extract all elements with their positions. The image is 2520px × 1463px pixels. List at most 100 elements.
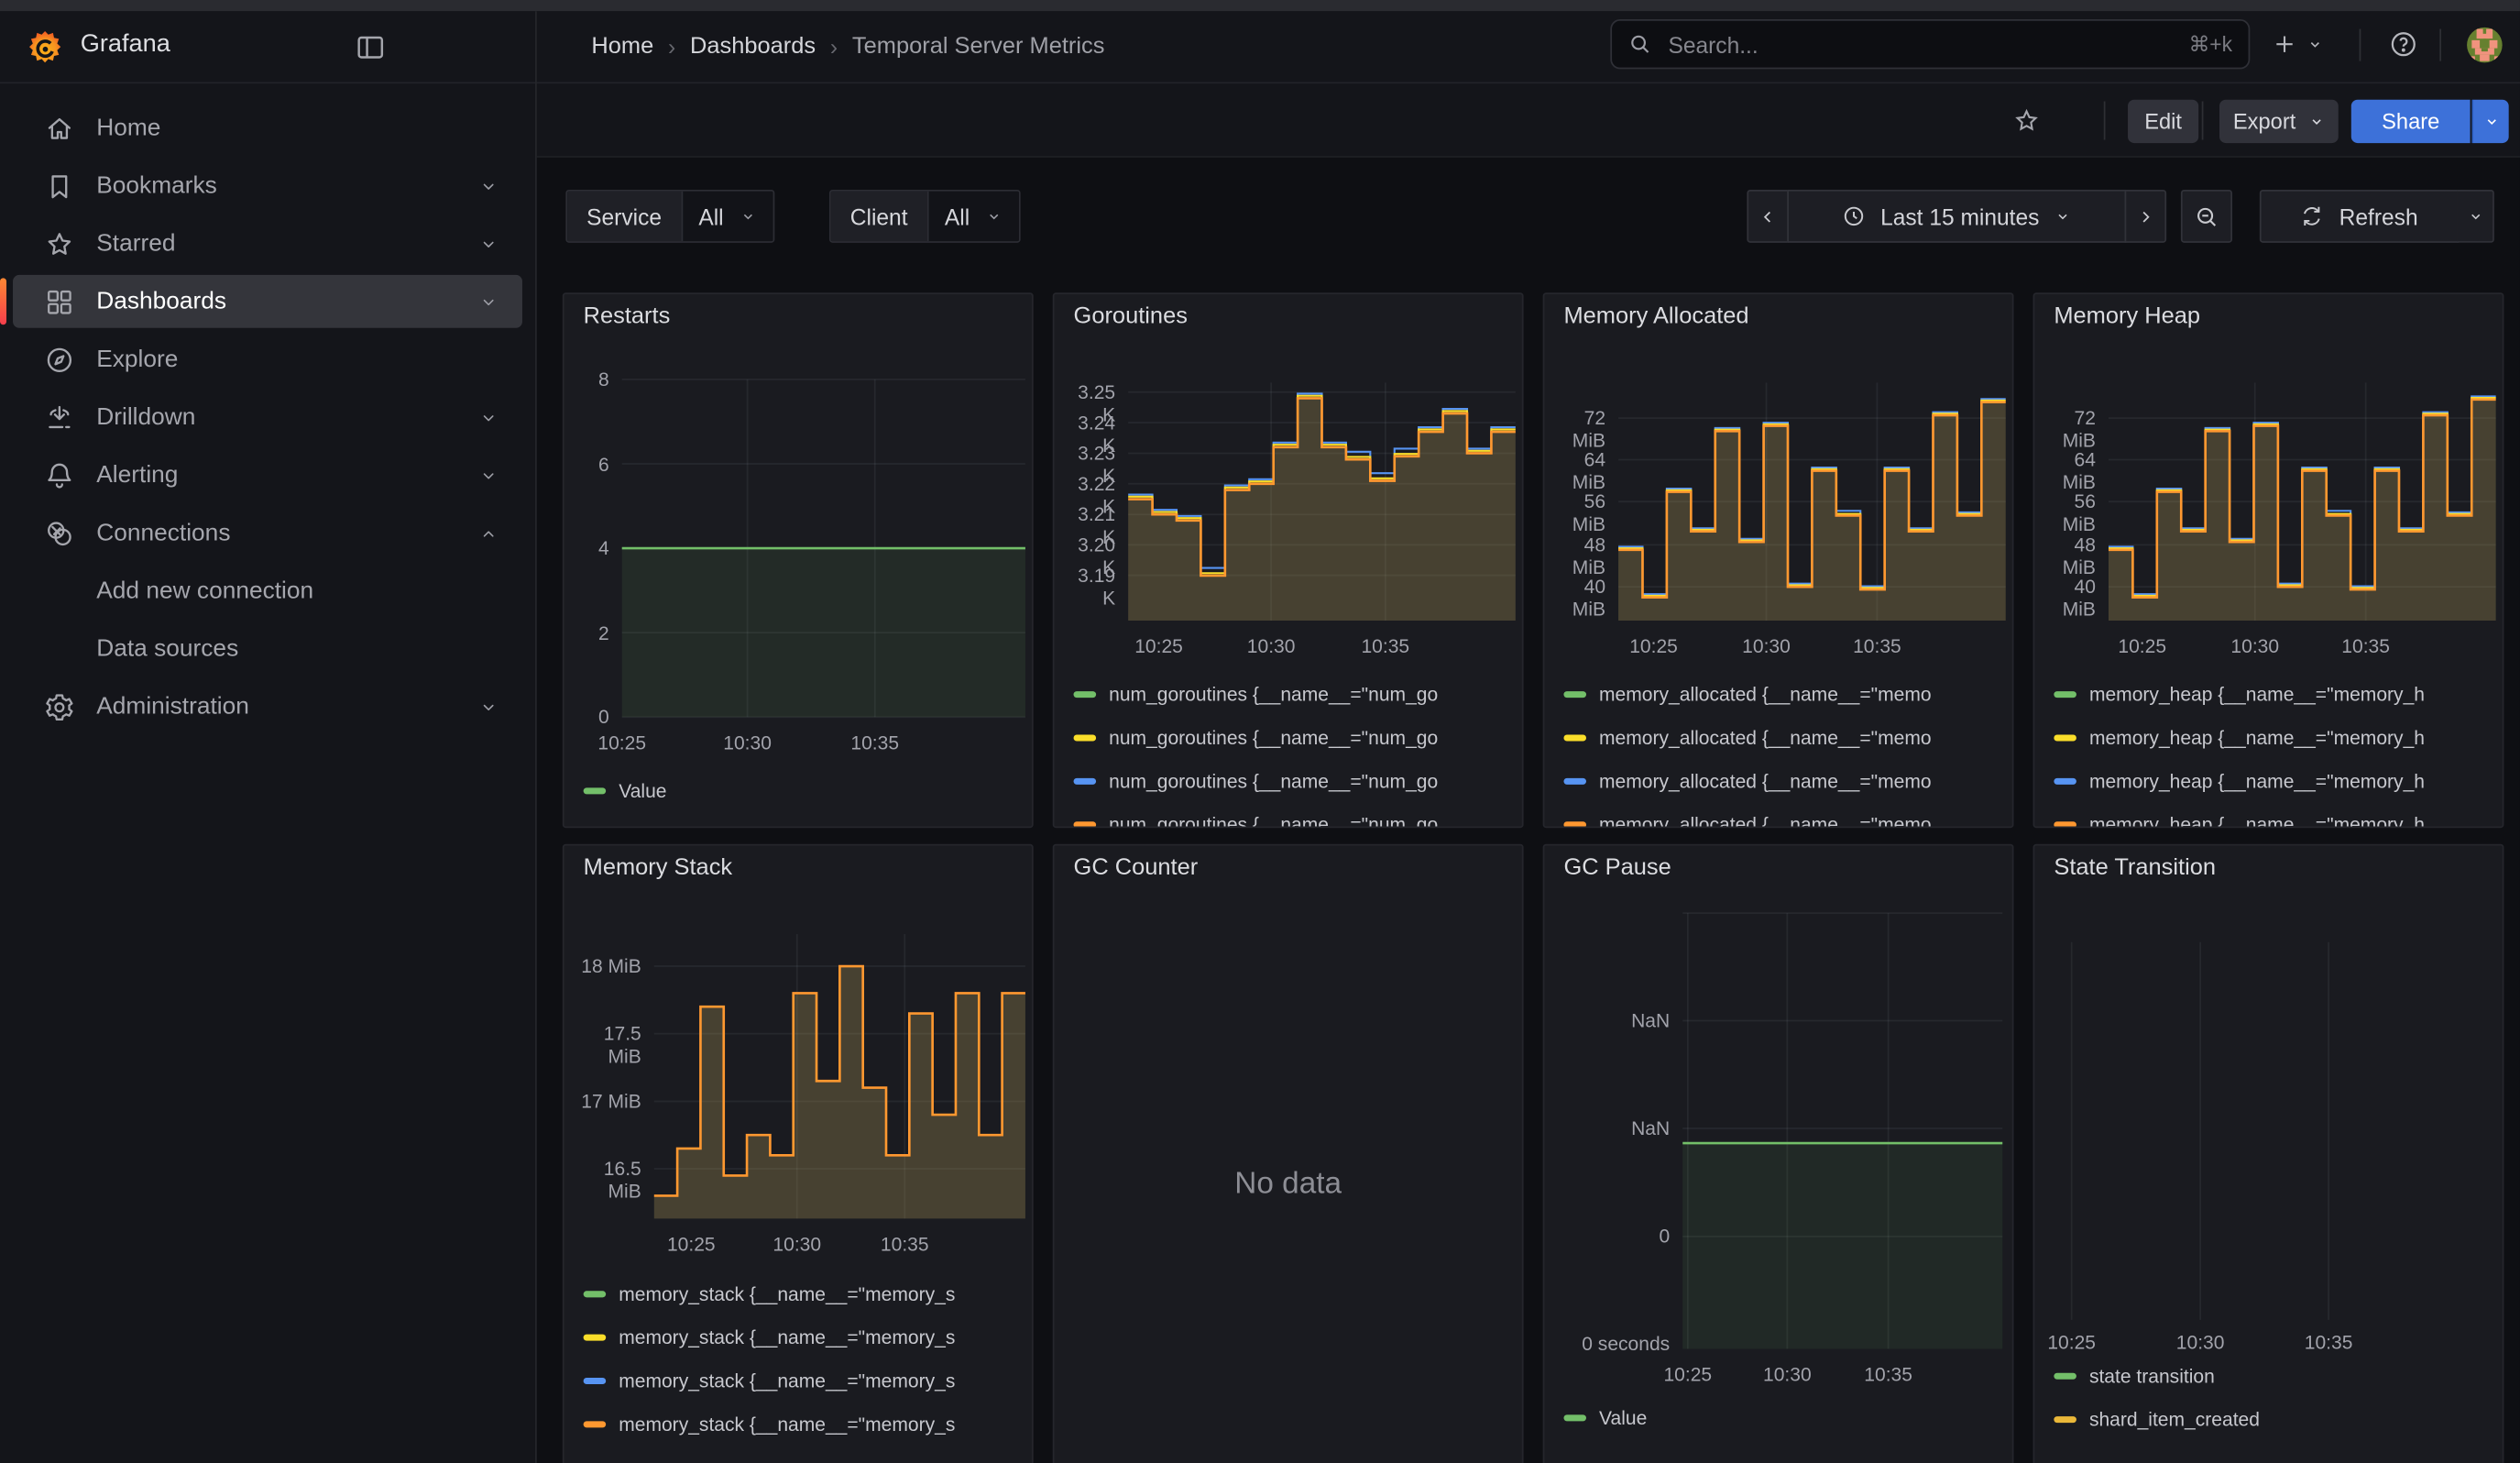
chevron-down-icon[interactable] — [477, 291, 500, 314]
chevron-up-icon[interactable] — [477, 522, 500, 544]
x-axis-tick: 10:30 — [2230, 635, 2279, 658]
chart-plot[interactable] — [1682, 913, 2002, 1348]
refresh-interval-dropdown[interactable] — [2458, 190, 2494, 243]
chart-plot[interactable] — [654, 934, 1025, 1218]
legend-item[interactable]: memory_stack {__name__="memory_s — [584, 1322, 956, 1354]
legend-item[interactable]: memory_heap {__name__="memory_h — [2054, 765, 2425, 798]
sidebar-item-dashboards[interactable]: Dashboards — [13, 275, 522, 328]
time-back-button[interactable] — [1747, 190, 1789, 243]
sidebar-item-add-new-connection[interactable]: Add new connection — [13, 565, 522, 618]
y-axis-tick: 6 — [571, 453, 609, 476]
legend-item[interactable]: num_goroutines {__name__="num_go — [1074, 808, 1439, 828]
sidebar-item-starred[interactable]: Starred — [13, 217, 522, 270]
legend-series-marker — [1563, 821, 1586, 828]
panel-title[interactable]: Memory Heap — [2054, 303, 2200, 329]
header-divider — [2439, 19, 2441, 69]
legend-item[interactable]: state transition — [2054, 1360, 2214, 1392]
sidebar-item-administration[interactable]: Administration — [13, 680, 522, 733]
panel-title[interactable]: Memory Allocated — [1563, 303, 1748, 329]
avatar[interactable] — [2465, 19, 2504, 69]
panel-title[interactable]: GC Counter — [1074, 855, 1199, 881]
legend-item[interactable]: memory_allocated {__name__="memo — [1563, 721, 1931, 754]
panel-memory-allocated: Memory Allocated72 MiB64 MiB56 MiB48 MiB… — [1543, 292, 2014, 828]
chevron-right-icon — [2136, 206, 2155, 226]
legend-item[interactable]: Value — [1563, 1402, 1647, 1434]
y-axis-tick: NaN — [1550, 1117, 1670, 1140]
sidebar-item-drilldown[interactable]: Drilldown — [13, 390, 522, 444]
legend-item[interactable]: memory_allocated {__name__="memo — [1563, 765, 1931, 798]
panel-title[interactable]: Goroutines — [1074, 303, 1188, 329]
panel-title[interactable]: State Transition — [2054, 855, 2216, 881]
legend-series-marker — [1074, 778, 1097, 785]
chart-plot[interactable] — [1618, 382, 2006, 621]
legend-series-label: num_goroutines {__name__="num_go — [1109, 683, 1438, 706]
time-range-picker[interactable]: Last 15 minutes — [1787, 190, 2126, 243]
panel-title[interactable]: Memory Stack — [584, 855, 733, 881]
legend-item[interactable]: memory_stack {__name__="memory_s — [584, 1278, 956, 1310]
y-axis-tick: 16.5 MiB — [571, 1158, 641, 1203]
chevron-down-icon[interactable] — [477, 464, 500, 487]
legend-item[interactable]: num_goroutines {__name__="num_go — [1074, 678, 1439, 710]
x-axis-tick: 10:30 — [723, 732, 772, 754]
refresh-label: Refresh — [2339, 204, 2418, 229]
sidebar-item-explore[interactable]: Explore — [13, 333, 522, 386]
x-axis-tick: 10:25 — [667, 1233, 716, 1256]
search-input[interactable] — [1665, 29, 2189, 59]
legend-item[interactable]: num_goroutines {__name__="num_go — [1074, 765, 1439, 798]
legend-item[interactable]: num_goroutines {__name__="num_go — [1074, 721, 1439, 754]
chart-plot[interactable] — [2051, 942, 2504, 1320]
legend-item[interactable]: memory_heap {__name__="memory_h — [2054, 678, 2425, 710]
chevron-down-icon — [2482, 113, 2500, 130]
legend-series-marker — [2054, 691, 2076, 698]
compass-icon — [43, 343, 75, 375]
legend-item[interactable]: memory_allocated {__name__="memo — [1563, 808, 1931, 828]
dock-menu-icon[interactable] — [354, 30, 388, 64]
sidebar-item-home[interactable]: Home — [13, 101, 522, 154]
export-button[interactable]: Export — [2219, 100, 2339, 143]
legend-item[interactable]: Value — [584, 775, 667, 807]
chevron-down-icon[interactable] — [477, 174, 500, 197]
legend-item[interactable]: memory_allocated {__name__="memo — [1563, 678, 1931, 710]
filter-value-dropdown[interactable]: All — [928, 192, 1019, 241]
help-icon — [2388, 29, 2418, 60]
sidebar-item-label: Bookmarks — [96, 172, 217, 200]
time-forward-button[interactable] — [2125, 190, 2167, 243]
chevron-down-icon[interactable] — [477, 406, 500, 429]
filter-value-dropdown[interactable]: All — [683, 192, 773, 241]
dashboards-icon — [43, 285, 75, 317]
help-button[interactable] — [2388, 19, 2418, 69]
legend-item[interactable]: memory_heap {__name__="memory_h — [2054, 808, 2425, 828]
share-button[interactable]: Share — [2351, 100, 2471, 143]
y-axis-tick: 17.5 MiB — [571, 1022, 641, 1067]
add-new-button[interactable] — [2271, 19, 2324, 69]
legend-series-label: memory_stack {__name__="memory_s — [619, 1414, 955, 1436]
legend-item[interactable]: memory_heap {__name__="memory_h — [2054, 721, 2425, 754]
zoom-out-button[interactable] — [2181, 190, 2232, 243]
share-dropdown-button[interactable] — [2471, 100, 2508, 143]
drilldown-icon — [43, 402, 75, 434]
legend-item[interactable]: shard_item_created — [2054, 1403, 2260, 1436]
chevron-down-icon[interactable] — [477, 232, 500, 255]
sidebar-item-alerting[interactable]: Alerting — [13, 448, 522, 501]
sidebar-item-data-sources[interactable]: Data sources — [13, 622, 522, 676]
grafana-app: Grafana Home › Dashboards › Temporal Ser… — [0, 0, 2520, 1463]
breadcrumb-home[interactable]: Home — [591, 34, 653, 60]
sidebar-item-bookmarks[interactable]: Bookmarks — [13, 160, 522, 213]
panel-title[interactable]: Restarts — [584, 303, 671, 329]
search-bar[interactable]: ⌘+k — [1610, 19, 2250, 69]
chevron-down-icon[interactable] — [477, 696, 500, 719]
refresh-button[interactable]: Refresh — [2260, 190, 2459, 243]
sidebar-item-label: Starred — [96, 230, 175, 258]
legend-series-marker — [584, 1421, 607, 1427]
grafana-logo-icon[interactable] — [24, 28, 66, 70]
edit-button[interactable]: Edit — [2128, 100, 2198, 143]
chart-plot[interactable] — [1128, 382, 1516, 621]
sidebar-item-connections[interactable]: Connections — [13, 506, 522, 559]
legend-item[interactable]: memory_stack {__name__="memory_s — [584, 1408, 956, 1440]
legend-item[interactable]: memory_stack {__name__="memory_s — [584, 1365, 956, 1397]
favorite-star-button[interactable] — [2012, 106, 2042, 136]
breadcrumb-dashboards[interactable]: Dashboards — [690, 34, 816, 60]
chart-plot[interactable] — [622, 380, 1025, 717]
chart-plot[interactable] — [2109, 382, 2496, 621]
panel-title[interactable]: GC Pause — [1563, 855, 1671, 881]
